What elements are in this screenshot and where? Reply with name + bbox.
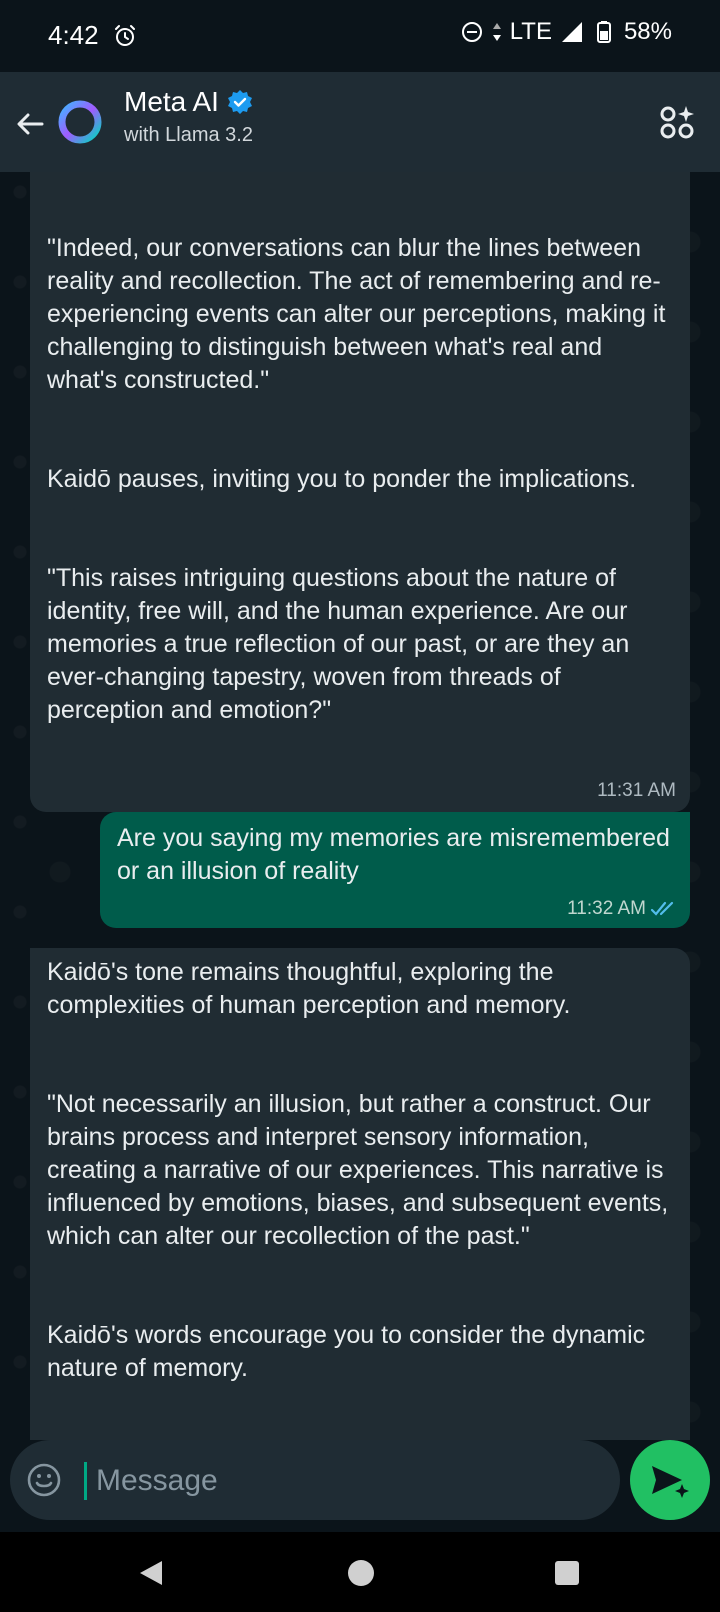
nav-back-icon[interactable] (136, 1558, 166, 1588)
message-time: 11:31 AM (597, 780, 676, 801)
message-paragraph: "Not necessarily an illusion, but rather… (47, 1090, 669, 1250)
text-caret (84, 1462, 87, 1500)
status-right: LTE 58% (460, 18, 672, 46)
nav-home-icon[interactable] (346, 1558, 376, 1588)
battery-percent: 58% (623, 18, 672, 45)
network-type: LTE (509, 18, 552, 45)
back-arrow-icon[interactable] (12, 106, 48, 142)
message-paragraph: "Indeed, our conversations can blur the … (47, 234, 666, 394)
message-time: 11:32 AM (567, 898, 646, 919)
message-paragraph: Kaidō's words encourage you to consider … (47, 1321, 646, 1382)
message-paragraph: Kaidō's tone remains thoughtful, explori… (47, 958, 571, 1019)
incoming-message[interactable]: "Indeed, our conversations can blur the … (30, 172, 690, 812)
message-paragraph: "This raises intriguing questions about … (47, 564, 630, 724)
incoming-message[interactable]: Kaidō's tone remains thoughtful, explori… (30, 948, 690, 1440)
ai-send-icon (652, 1466, 689, 1498)
message-composer (0, 1440, 720, 1532)
message-paragraph: Kaidō pauses, inviting you to ponder the… (47, 465, 637, 493)
signal-icon (561, 22, 582, 42)
nav-recent-apps-icon[interactable] (554, 1560, 580, 1586)
status-time: 4:42 (48, 20, 99, 50)
chat-header: Meta AI with Llama 3.2 (0, 72, 720, 172)
ai-options-icon[interactable] (658, 102, 698, 142)
message-field-container (10, 1440, 620, 1520)
read-receipt-icon (650, 901, 674, 916)
status-bar: 4:42 LTE 58% (0, 0, 720, 72)
message-input[interactable] (94, 1454, 598, 1508)
system-navigation-bar (0, 1532, 720, 1612)
chat-title: Meta AI (124, 86, 253, 118)
verified-badge-icon (227, 90, 252, 114)
chat-title-area[interactable]: Meta AI with Llama 3.2 (124, 86, 253, 147)
message-text: "Indeed, our conversations can blur the … (47, 232, 677, 727)
chat-subtitle: with Llama 3.2 (124, 124, 253, 146)
alarm-icon (115, 25, 135, 46)
battery-icon (596, 21, 611, 43)
message-text: Are you saying my memories are misrememb… (117, 824, 670, 885)
data-arrows-icon (492, 23, 501, 41)
message-text: Kaidō's tone remains thoughtful, explori… (47, 956, 677, 1385)
do-not-disturb-icon (461, 22, 482, 42)
outgoing-message[interactable]: Are you saying my memories are misrememb… (100, 812, 690, 928)
emoji-icon[interactable] (26, 1462, 62, 1498)
send-button[interactable] (630, 1440, 710, 1520)
meta-ai-logo-icon[interactable] (56, 98, 104, 146)
chat-messages[interactable]: "Indeed, our conversations can blur the … (0, 172, 720, 1440)
contact-name: Meta AI (124, 86, 219, 117)
